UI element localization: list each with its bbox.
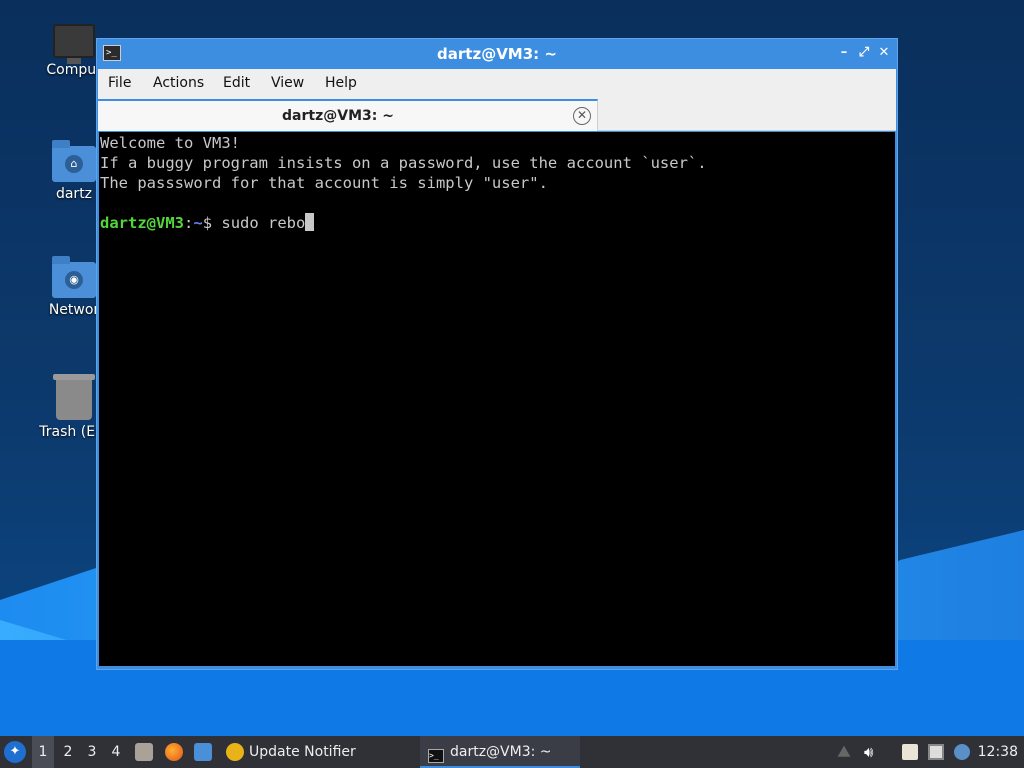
window-title: dartz@VM3: ~ <box>437 45 557 63</box>
network-icon[interactable] <box>928 744 944 760</box>
network-folder-icon: ◉ <box>52 256 96 298</box>
prompt-separator: : <box>184 214 194 232</box>
menu-file[interactable]: File <box>108 75 131 91</box>
clock[interactable]: 12:38 <box>978 736 1018 768</box>
menu-bar: File Actions Edit View Help <box>98 69 896 99</box>
home-folder-icon: ⌂ <box>52 140 96 182</box>
menu-actions[interactable]: Actions <box>153 75 204 91</box>
tab-label: dartz@VM3: ~ <box>282 108 394 124</box>
taskbar: ✦ 1 2 3 4 Update Notifier >_ dartz@VM3: ~… <box>0 736 1024 768</box>
firefox-icon[interactable] <box>165 743 183 761</box>
tab-bar: dartz@VM3: ~ ✕ <box>98 99 896 131</box>
start-menu-icon[interactable]: ✦ <box>4 741 26 763</box>
prompt-symbol: $ <box>202 214 222 232</box>
prompt-path: ~ <box>193 214 203 232</box>
workspace-1[interactable]: 1 <box>32 736 54 768</box>
prompt-user: dartz@VM3 <box>100 214 184 232</box>
window-titlebar[interactable]: >_ dartz@VM3: ~ – ⤢ ✕ <box>97 39 897 69</box>
workspace-4[interactable]: 4 <box>105 736 127 768</box>
file-manager-icon[interactable] <box>135 743 153 761</box>
minimize-button[interactable]: – <box>835 44 853 62</box>
update-notifier-button[interactable]: Update Notifier <box>249 736 356 768</box>
command-input[interactable]: sudo rebo <box>221 214 305 232</box>
terminal-window: >_ dartz@VM3: ~ – ⤢ ✕ File Actions Edit … <box>96 38 898 670</box>
update-notifier-icon[interactable] <box>226 743 244 761</box>
workspace-2[interactable]: 2 <box>57 736 79 768</box>
menu-view[interactable]: View <box>271 75 304 91</box>
terminal-line: If a buggy program insists on a password… <box>100 154 707 172</box>
menu-edit[interactable]: Edit <box>223 75 250 91</box>
terminal-line: Welcome to VM3! <box>100 134 240 152</box>
notification-icon[interactable] <box>954 744 970 760</box>
volume-icon[interactable]: 🔊︎ <box>864 744 880 760</box>
tab-terminal[interactable]: dartz@VM3: ~ ✕ <box>98 99 598 131</box>
clipboard-icon[interactable] <box>902 744 918 760</box>
terminal-icon: >_ <box>428 749 444 763</box>
computer-icon <box>53 24 95 64</box>
menu-help[interactable]: Help <box>325 75 357 91</box>
task-label: dartz@VM3: ~ <box>450 744 552 760</box>
taskbar-terminal-task[interactable]: >_ dartz@VM3: ~ <box>420 736 580 768</box>
close-button[interactable]: ✕ <box>875 44 893 62</box>
maximize-button[interactable]: ⤢ <box>855 44 873 62</box>
tray-expand-icon[interactable] <box>837 745 851 757</box>
terminal-line: The passsword for that account is simply… <box>100 174 548 192</box>
text-cursor <box>305 213 315 231</box>
terminal-output[interactable]: Welcome to VM3! If a buggy program insis… <box>99 132 895 666</box>
trash-icon <box>53 374 95 420</box>
workspace-3[interactable]: 3 <box>81 736 103 768</box>
show-desktop-icon[interactable] <box>194 743 212 761</box>
tab-close-icon[interactable]: ✕ <box>573 107 591 125</box>
